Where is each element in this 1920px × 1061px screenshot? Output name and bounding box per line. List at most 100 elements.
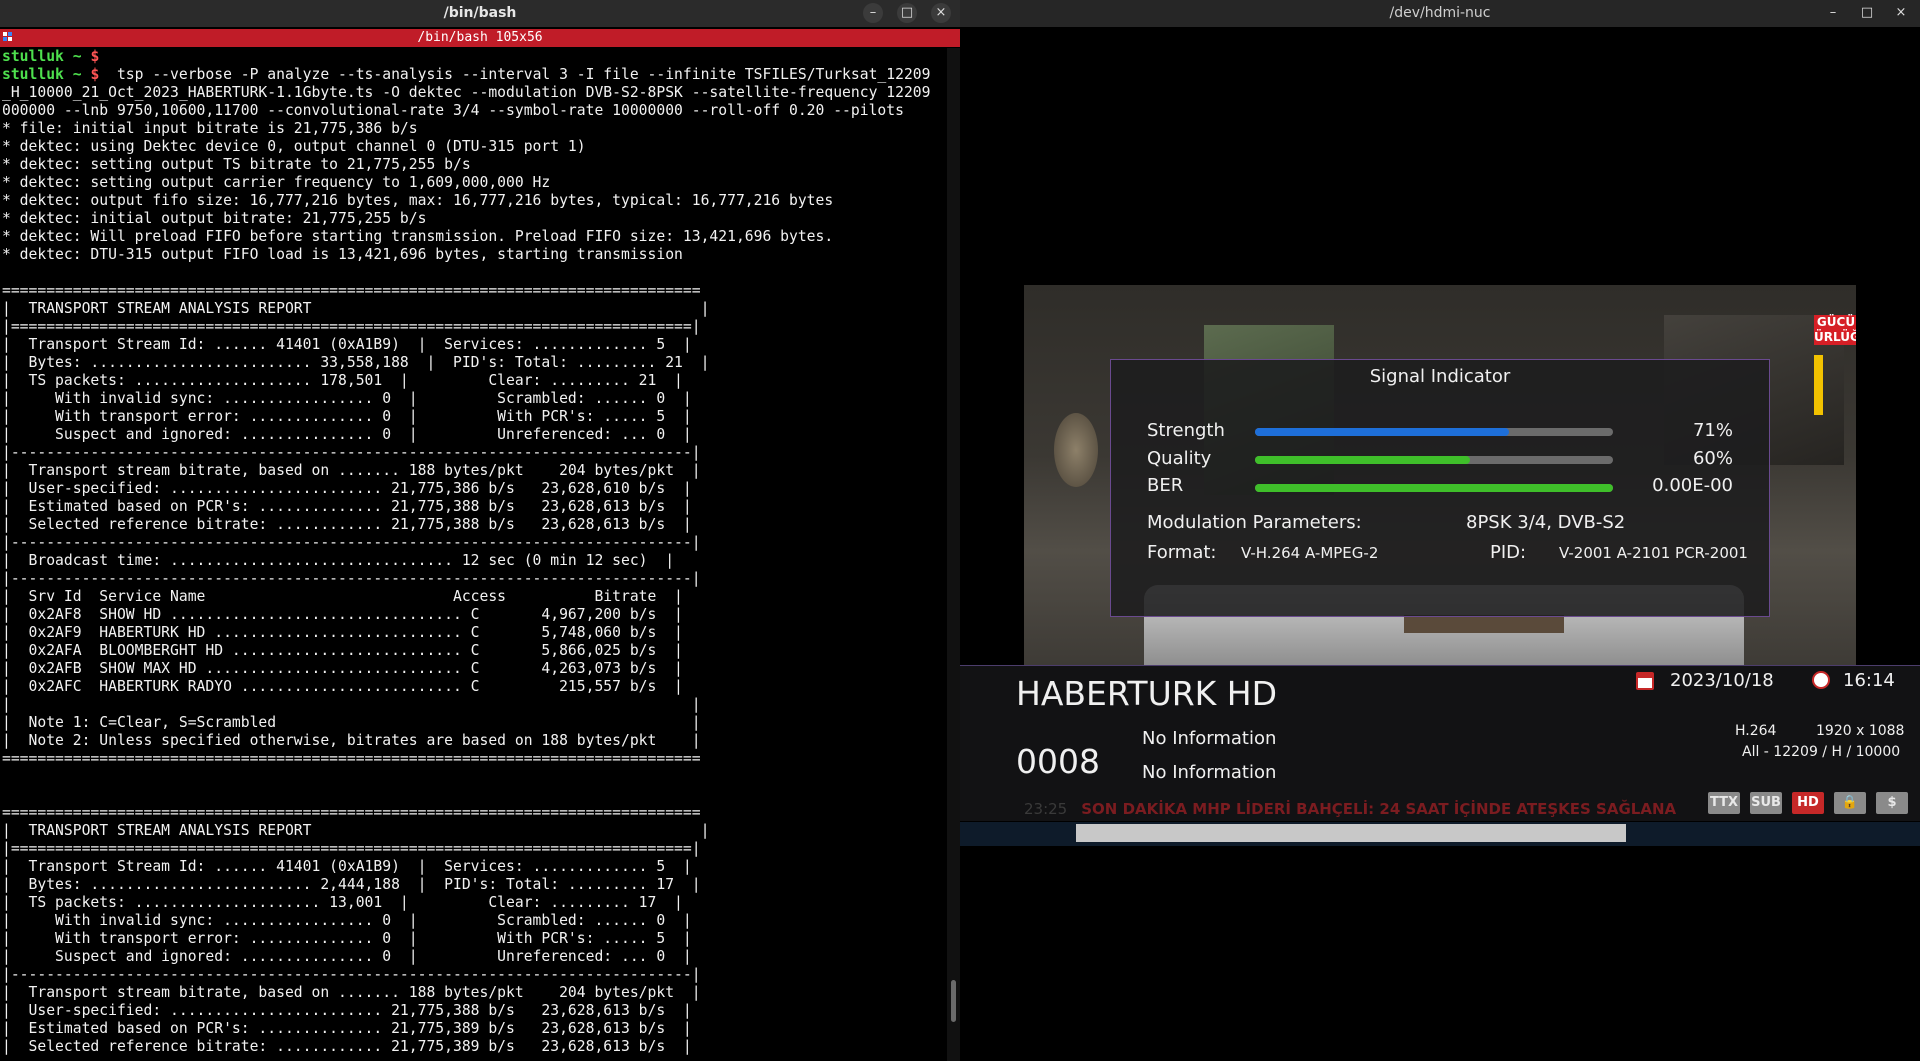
hdmi-close-button[interactable]: × (1891, 3, 1911, 23)
terminal-output[interactable]: stulluk ~ $ stulluk ~ $ tsp --verbose -P … (2, 48, 931, 1056)
terminal-scrollbar[interactable] (947, 48, 960, 1061)
channel-number: 0008 (1016, 742, 1100, 781)
terminal-line: | With transport error: .............. 0… (2, 408, 692, 425)
date-display: 2023/10/18 (1670, 670, 1774, 691)
next-program: No Information (1142, 762, 1277, 783)
terminal-line: | Transport Stream Id: ...... 41401 (0xA… (2, 858, 692, 875)
calendar-icon (1636, 672, 1654, 690)
terminal-line: | TRANSPORT STREAM ANALYSIS REPORT | (2, 300, 710, 317)
time-display: 16:14 (1843, 670, 1895, 691)
transponder-info: All - 12209 / H / 10000 (1742, 744, 1901, 760)
terminal-line: * dektec: initial output bitrate: 21,775… (2, 210, 427, 227)
format-label: Format: (1147, 542, 1217, 563)
terminal-line: ========================================… (2, 804, 701, 821)
channel-infobar: HABERTURK HD 0008 No Information No Info… (960, 665, 1920, 821)
pid-label: PID: (1490, 542, 1527, 563)
terminal-tab-title: /bin/bash 105x56 (417, 30, 543, 45)
terminal-scrollbar-thumb[interactable] (951, 980, 956, 1022)
progress-bar (1076, 824, 1626, 842)
terminal-line: * dektec: using Dektec device 0, output … (2, 138, 586, 155)
strength-label: Strength (1147, 420, 1225, 441)
terminal-line: * dektec: setting output carrier frequen… (2, 174, 551, 191)
terminal-window[interactable]: /bin/bash – □ × /bin/bash 105x56 stulluk… (0, 0, 960, 1061)
progress-strip (960, 822, 1920, 846)
channel-logo-red: GÜCÜ ÜRLÜĞÜ (1814, 315, 1856, 345)
terminal-line: | Suspect and ignored: ............... 0… (2, 948, 692, 965)
terminal-line: | User-specified: ......................… (2, 480, 692, 497)
terminal-line: | User-specified: ......................… (2, 1002, 692, 1019)
terminal-line: | Selected reference bitrate: ..........… (2, 516, 692, 533)
terminal-line: 000000 --lnb 9750,10600,11700 --convolut… (2, 102, 904, 119)
terminal-line: |=======================================… (2, 840, 701, 857)
strength-value: 71% (1692, 420, 1733, 441)
terminal-line: * dektec: output fifo size: 16,777,216 b… (2, 192, 834, 209)
lock-icon: 🔒 (1834, 792, 1866, 814)
now-program: No Information (1142, 728, 1277, 749)
signal-title: Signal Indicator (1369, 366, 1511, 387)
terminal-line: ========================================… (2, 282, 701, 299)
terminal-line: | 0x2AFA BLOOMBERGHT HD ................… (2, 642, 683, 659)
signal-indicator-panel: Signal Indicator Strength 71% Quality 60… (1110, 359, 1770, 617)
hdmi-title: /dev/hdmi-nuc (1389, 5, 1491, 21)
codec-label: H.264 (1735, 723, 1777, 739)
logo-yellow-bar (1814, 355, 1823, 415)
resolution-label: 1920 x 1088 (1816, 723, 1905, 739)
sub-badge: SUB (1750, 792, 1782, 814)
ber-value: 0.00E-00 (1652, 475, 1733, 496)
terminal-line: | Estimated based on PCR's: ............… (2, 498, 692, 515)
terminal-line: | TS packets: ..................... 13,0… (2, 894, 683, 911)
hdmi-minimize-button[interactable]: – (1823, 3, 1843, 23)
quality-bar (1255, 456, 1613, 464)
terminal-titlebar[interactable]: /bin/bash – □ × (0, 0, 960, 27)
terminal-line: | TRANSPORT STREAM ANALYSIS REPORT | (2, 822, 710, 839)
minimize-button[interactable]: – (863, 3, 883, 23)
ber-bar-fill (1255, 484, 1613, 492)
terminal-line: | Transport stream bitrate, based on ...… (2, 984, 701, 1001)
terminal-line: | 0x2AF9 HABERTURK HD ..................… (2, 624, 683, 641)
scene-table (1404, 615, 1564, 633)
quality-bar-fill (1255, 456, 1470, 464)
ticker-time: 23:25 (1024, 800, 1068, 818)
terminal-line: | | (2, 696, 701, 713)
terminal-line: | 0x2AFB SHOW MAX HD ...................… (2, 660, 683, 677)
terminal-line: |---------------------------------------… (2, 570, 701, 587)
scene-wall-plate (1054, 413, 1098, 487)
terminal-line: | Broadcast time: ......................… (2, 552, 675, 569)
maximize-button[interactable]: □ (897, 3, 917, 23)
terminal-line: |=======================================… (2, 318, 701, 335)
terminal-line: |---------------------------------------… (2, 444, 701, 461)
clock-icon (1812, 671, 1830, 689)
modulation-label: Modulation Parameters: (1147, 512, 1362, 533)
channel-logo: GÜCÜ ÜRLÜĞÜ H T (1814, 315, 1856, 355)
hdmi-titlebar[interactable]: /dev/hdmi-nuc – □ × (960, 0, 1920, 27)
close-button[interactable]: × (931, 3, 951, 23)
terminal-tab[interactable]: /bin/bash 105x56 (0, 29, 960, 47)
terminal-line: | Bytes: ......................... 33,55… (2, 354, 710, 371)
hdmi-window[interactable]: /dev/hdmi-nuc – □ × GÜCÜ ÜRLÜĞÜ H T Sign… (960, 0, 1920, 1061)
hd-badge: HD (1792, 792, 1824, 814)
terminal-line: | Note 1: C=Clear, S=Scrambled | (2, 714, 701, 731)
terminal-line: |---------------------------------------… (2, 534, 701, 551)
modulation-value: 8PSK 3/4, DVB-S2 (1466, 512, 1626, 533)
terminal-line: * dektec: DTU-315 output FIFO load is 13… (2, 246, 683, 263)
terminal-line: | Estimated based on PCR's: ............… (2, 1020, 692, 1037)
terminal-line: | With invalid sync: ................. 0… (2, 390, 692, 407)
terminal-line: * dektec: Will preload FIFO before start… (2, 228, 834, 245)
terminal-line: | With invalid sync: ................. 0… (2, 912, 692, 929)
terminal-line: ========================================… (2, 750, 701, 767)
terminal-line: | Transport Stream Id: ...... 41401 (0xA… (2, 336, 692, 353)
terminal-line: | Transport stream bitrate, based on ...… (2, 462, 701, 479)
quality-label: Quality (1147, 448, 1212, 469)
terminal-line: | TS packets: .................... 178,5… (2, 372, 683, 389)
terminal-line: * dektec: setting output TS bitrate to 2… (2, 156, 471, 173)
terminal-line: stulluk ~ $ tsp --verbose -P analyze --t… (2, 66, 931, 83)
hdmi-maximize-button[interactable]: □ (1857, 3, 1877, 23)
terminal-line: | Bytes: ......................... 2,444… (2, 876, 701, 893)
terminal-line: | 0x2AFC HABERTURK RADYO ...............… (2, 678, 683, 695)
ber-bar (1255, 484, 1613, 492)
quality-value: 60% (1692, 448, 1733, 469)
pay-icon: $ (1876, 792, 1908, 814)
